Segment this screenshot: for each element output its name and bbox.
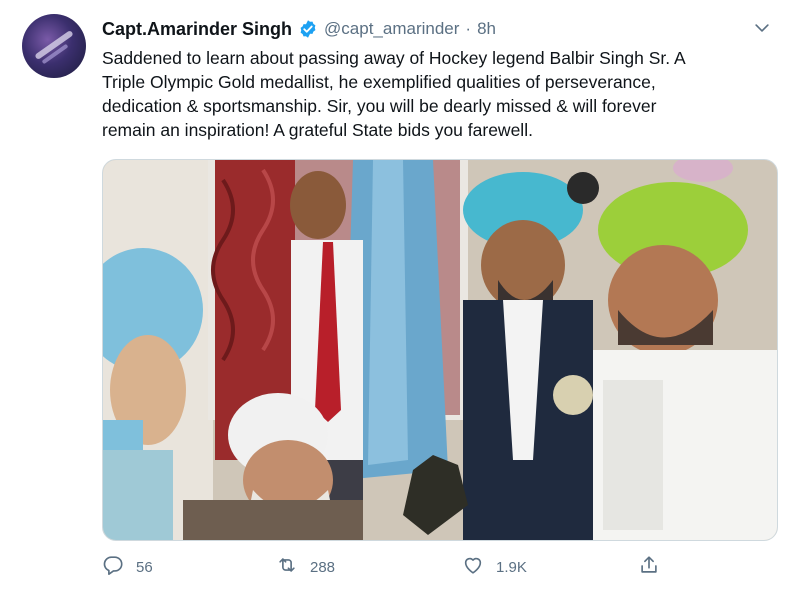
reply-count: 56 <box>136 558 153 576</box>
tweet-timestamp[interactable]: 8h <box>477 19 496 39</box>
tweet-text-line: dedication & sportsmanship. Sir, you wil… <box>102 96 657 116</box>
tweet-text: Saddened to learn about passing away of … <box>102 46 772 142</box>
photo-illustration <box>103 160 777 540</box>
verified-badge-icon <box>298 19 318 39</box>
tweet-text-line: Triple Olympic Gold medallist, he exempl… <box>102 72 656 92</box>
retweet-icon <box>276 554 298 580</box>
reply-icon <box>102 554 124 580</box>
author-handle[interactable]: @capt_amarinder <box>324 19 459 39</box>
author-name[interactable]: Capt.Amarinder Singh <box>102 19 292 40</box>
tweet-text-line: Saddened to learn about passing away of … <box>102 48 686 68</box>
chevron-down-icon[interactable] <box>752 18 772 38</box>
tweet-header: Capt.Amarinder Singh @capt_amarinder · 8… <box>102 16 496 42</box>
tweet-photo[interactable] <box>102 159 778 541</box>
header-separator: · <box>465 19 472 38</box>
retweet-button[interactable]: 288 <box>276 554 335 580</box>
tweet-text-line: remain an inspiration! A grateful State … <box>102 120 533 140</box>
tweet-actions: 56 288 1.9K <box>102 554 702 580</box>
heart-icon <box>462 554 484 580</box>
retweet-count: 288 <box>310 558 336 576</box>
like-count: 1.9K <box>496 558 527 576</box>
share-icon <box>638 554 660 580</box>
reply-button[interactable]: 56 <box>102 554 153 580</box>
share-button[interactable] <box>638 554 660 580</box>
author-avatar[interactable] <box>22 14 86 78</box>
like-button[interactable]: 1.9K <box>462 554 527 580</box>
tweet-card[interactable]: Capt.Amarinder Singh @capt_amarinder · 8… <box>0 0 800 590</box>
